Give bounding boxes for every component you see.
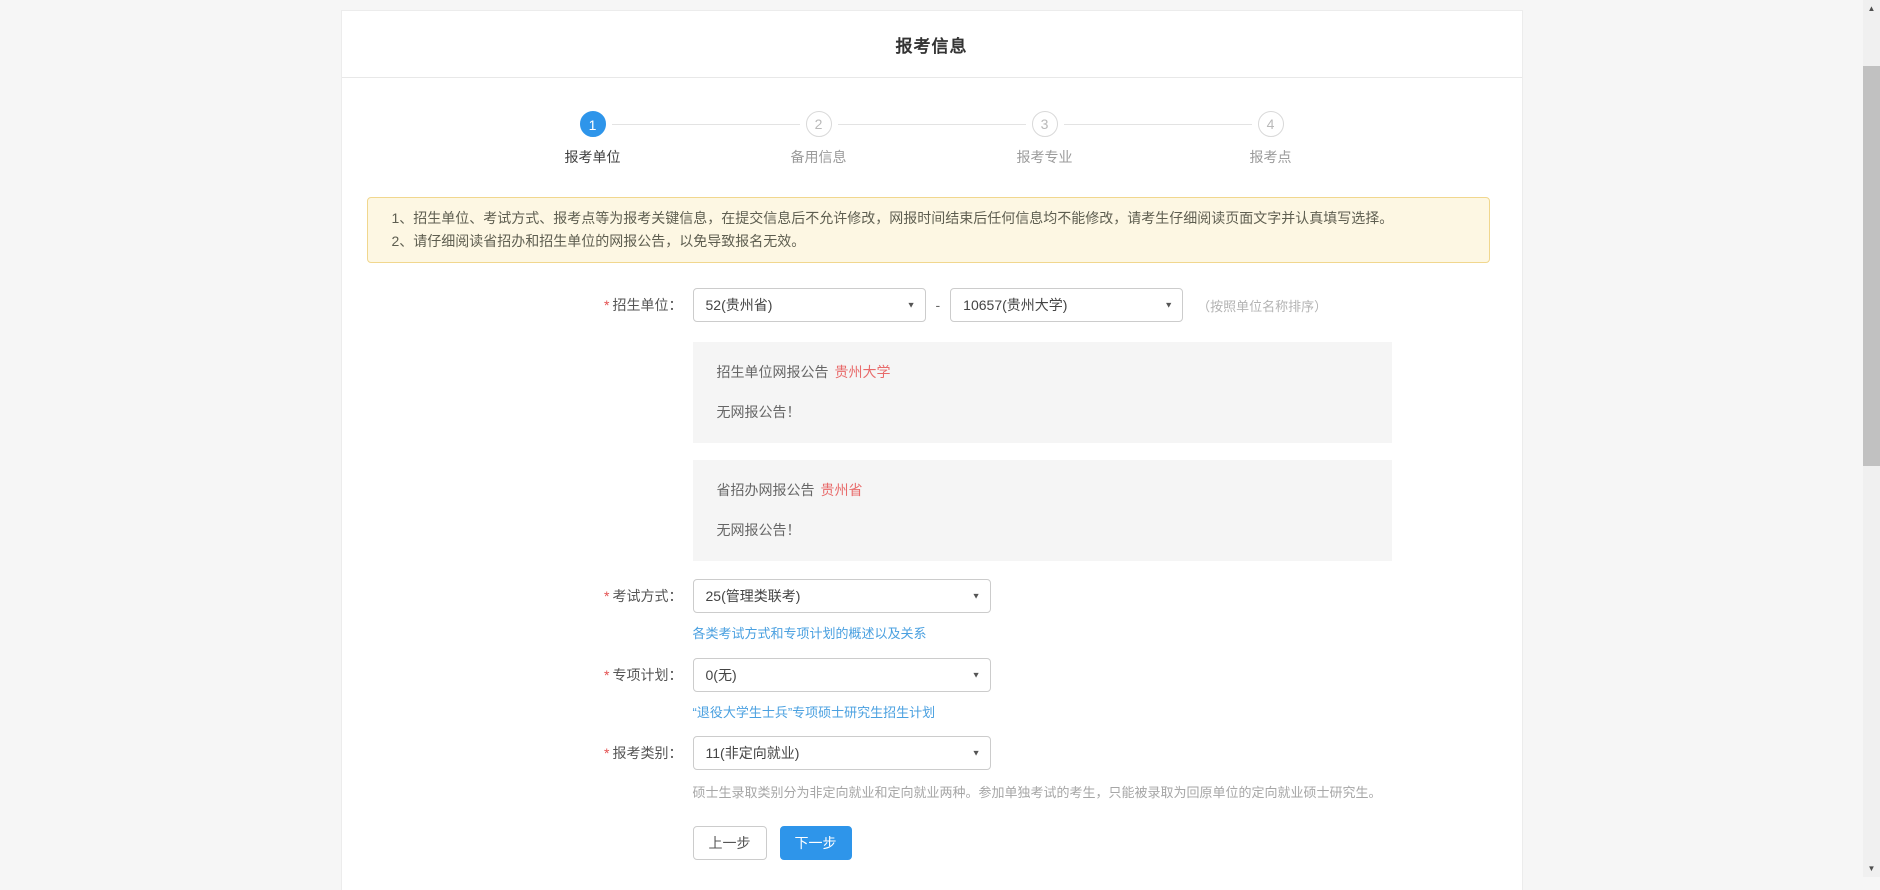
warning-notice-box: 1、招生单位、考试方式、报考点等为报考关键信息，在提交信息后不允许修改，网报时间… [367,197,1490,263]
unit-announcement-panel: 招生单位网报公告贵州大学 无网报公告！ [693,342,1392,443]
step-3-label: 报考专业 [932,147,1158,167]
category-label: *报考类别： [342,743,683,763]
page-title: 报考信息 [896,32,968,57]
category-controls: 11(非定向就业) ▼ [693,736,991,770]
application-card: 报考信息 1 报考单位 2 备用信息 3 报考专业 4 报考点 1、招生单位、考… [341,10,1523,890]
application-form: *招生单位： 52(贵州省) ▼ - 10657(贵州大学) ▼ （按照单位名称… [342,288,1522,890]
stepper-step-4-exam-site: 4 报考点 [1158,111,1384,167]
previous-step-button[interactable]: 上一步 [693,826,767,860]
province-announcement-body: 无网报公告！ [717,520,1368,540]
step-3-circle: 3 [1032,111,1058,137]
scroll-down-icon: ▼ [1868,864,1876,873]
special-plan-select[interactable]: 0(无) ▼ [693,658,991,692]
vertical-scrollbar[interactable]: ▲ ▼ [1863,0,1880,877]
step-1-label: 报考单位 [480,147,706,167]
exam-method-label: *考试方式： [342,586,683,606]
province-select-value: 52(贵州省) [706,295,773,315]
category-select[interactable]: 11(非定向就业) ▼ [693,736,991,770]
unit-announcement-body: 无网报公告！ [717,402,1368,422]
caret-down-icon: ▼ [972,749,981,758]
warning-line-2: 2、请仔细阅读省招办和招生单位的网报公告，以免导致报名无效。 [392,230,1465,253]
category-row: *报考类别： 11(非定向就业) ▼ [342,736,1522,770]
required-asterisk: * [604,745,609,761]
required-asterisk: * [604,297,609,313]
exam-method-help-row: 各类考试方式和专项计划的概述以及关系 [693,626,1522,642]
unit-announcement-link[interactable]: 贵州大学 [835,364,891,380]
special-plan-select-value: 0(无) [706,665,737,685]
step-4-circle: 4 [1258,111,1284,137]
unit-sort-hint: （按照单位名称排序） [1197,296,1327,315]
stepper-step-1-unit: 1 报考单位 [480,111,706,167]
caret-down-icon: ▼ [972,592,981,601]
province-announcement-title-line: 省招办网报公告贵州省 [717,480,1368,500]
unit-announcement-title-line: 招生单位网报公告贵州大学 [717,362,1368,382]
special-plan-help-row: “退役大学生士兵”专项硕士研究生招生计划 [693,705,1522,721]
special-plan-help-link[interactable]: “退役大学生士兵”专项硕士研究生招生计划 [693,705,936,720]
special-plan-controls: 0(无) ▼ [693,658,991,692]
province-announcement-link[interactable]: 贵州省 [821,482,863,498]
special-plan-row: *专项计划： 0(无) ▼ [342,658,1522,692]
scroll-up-icon: ▲ [1868,4,1876,13]
form-actions: 上一步 下一步 [693,826,1522,860]
caret-down-icon: ▼ [972,671,981,680]
exam-method-controls: 25(管理类联考) ▼ [693,579,991,613]
stepper: 1 报考单位 2 备用信息 3 报考专业 4 报考点 [480,111,1384,167]
select-separator: - [936,297,941,313]
special-plan-label: *专项计划： [342,665,683,685]
province-announcement-panel: 省招办网报公告贵州省 无网报公告！ [693,460,1392,561]
step-2-circle: 2 [806,111,832,137]
province-select[interactable]: 52(贵州省) ▼ [693,288,926,322]
caret-down-icon: ▼ [907,301,916,310]
stepper-step-2-backup-info: 2 备用信息 [706,111,932,167]
scrollbar-thumb[interactable] [1863,66,1880,466]
step-2-label: 备用信息 [706,147,932,167]
admission-unit-controls: 52(贵州省) ▼ - 10657(贵州大学) ▼ （按照单位名称排序） [693,288,1328,322]
step-4-label: 报考点 [1158,147,1384,167]
exam-method-select-value: 25(管理类联考) [706,586,801,606]
unit-select[interactable]: 10657(贵州大学) ▼ [950,288,1183,322]
required-asterisk: * [604,667,609,683]
required-asterisk: * [604,588,609,604]
card-header: 报考信息 [342,11,1522,78]
scroll-down-button[interactable]: ▼ [1863,860,1880,877]
exam-method-row: *考试方式： 25(管理类联考) ▼ [342,579,1522,613]
unit-select-value: 10657(贵州大学) [963,295,1067,315]
exam-method-select[interactable]: 25(管理类联考) ▼ [693,579,991,613]
category-select-value: 11(非定向就业) [706,743,800,763]
admission-unit-row: *招生单位： 52(贵州省) ▼ - 10657(贵州大学) ▼ （按照单位名称… [342,288,1522,322]
stepper-step-3-major: 3 报考专业 [932,111,1158,167]
admission-unit-label: *招生单位： [342,295,683,315]
page-background: 报考信息 1 报考单位 2 备用信息 3 报考专业 4 报考点 1、招生单位、考… [0,10,1863,887]
next-step-button[interactable]: 下一步 [780,826,852,860]
warning-line-1: 1、招生单位、考试方式、报考点等为报考关键信息，在提交信息后不允许修改，网报时间… [392,207,1465,230]
exam-method-help-link[interactable]: 各类考试方式和专项计划的概述以及关系 [693,626,927,641]
step-1-circle: 1 [580,111,606,137]
caret-down-icon: ▼ [1164,301,1173,310]
category-note: 硕士生录取类别分为非定向就业和定向就业两种。参加单独考试的考生，只能被录取为回原… [693,784,1522,801]
scroll-up-button[interactable]: ▲ [1863,0,1880,17]
